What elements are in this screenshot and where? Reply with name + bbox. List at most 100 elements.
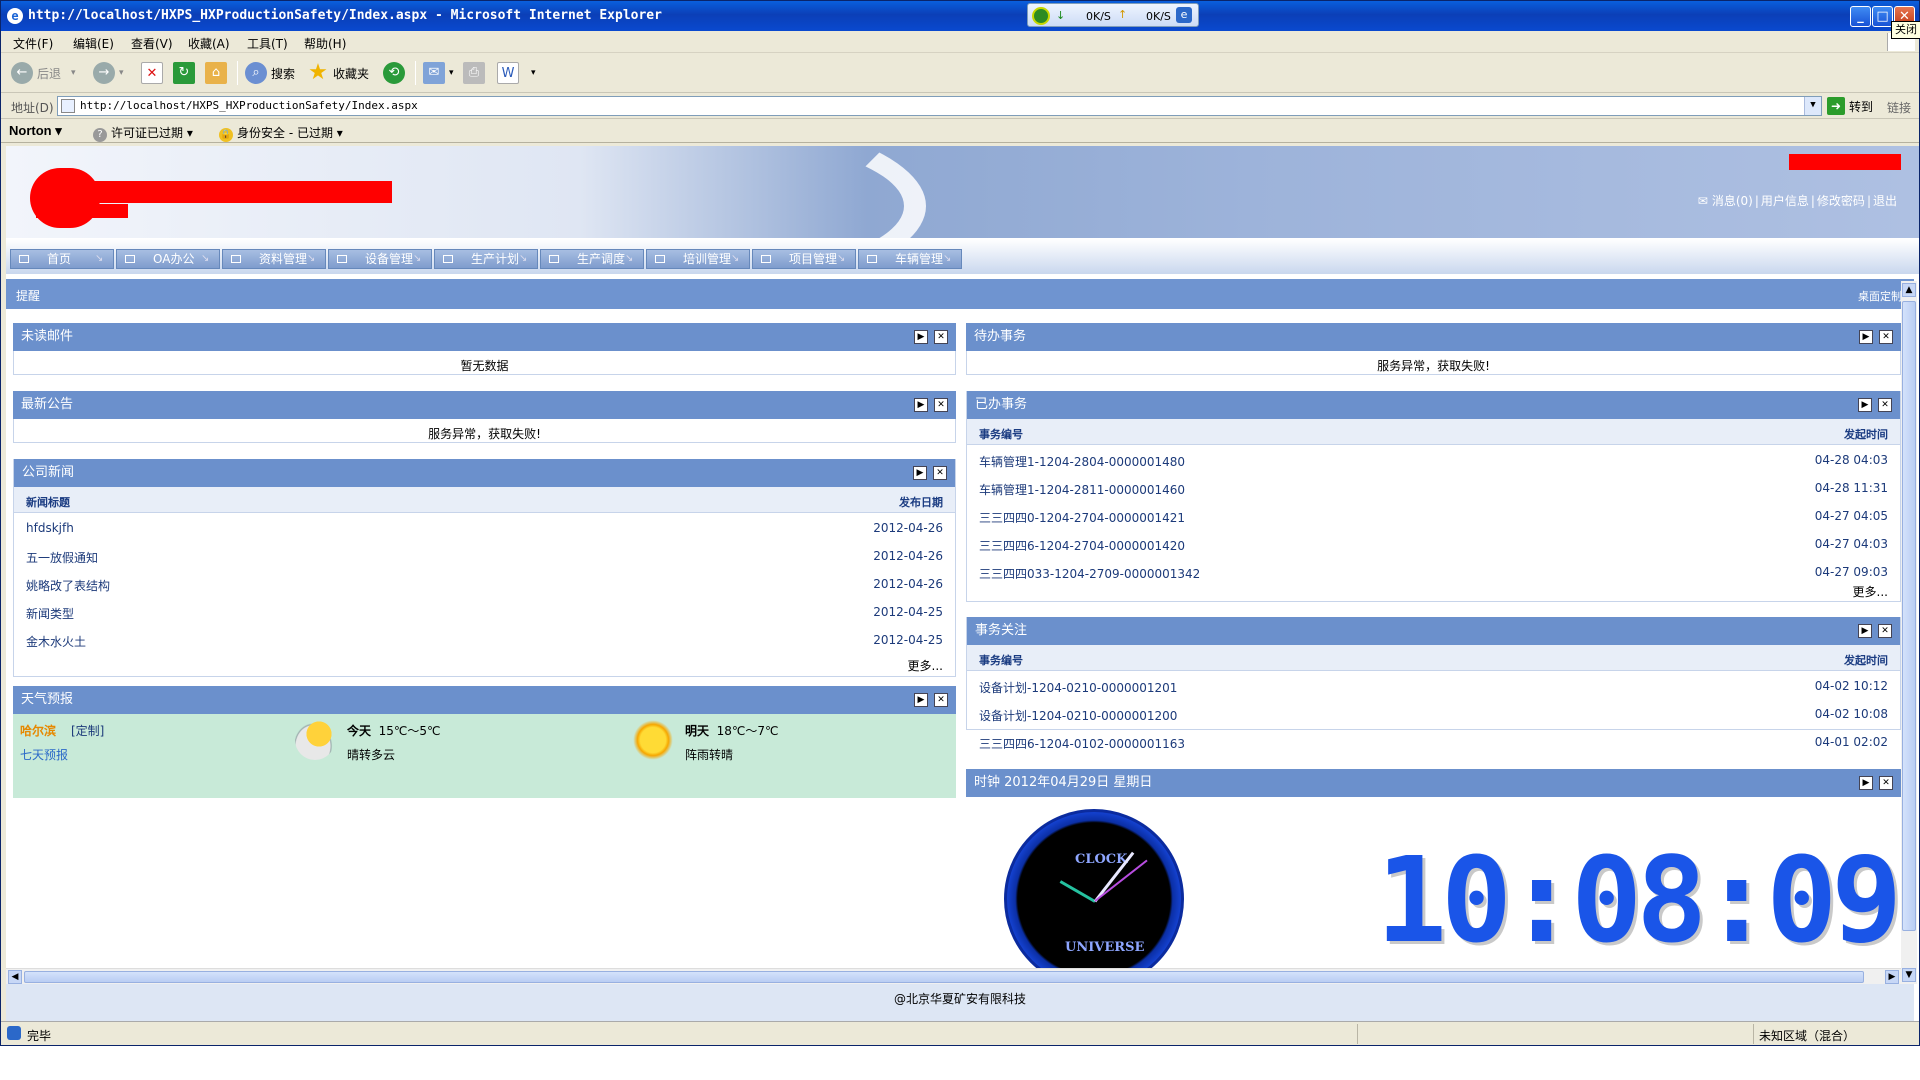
edit-button[interactable]: W ▾ — [497, 59, 536, 87]
news-title[interactable]: 新闻类型 — [26, 605, 74, 622]
news-title[interactable]: 姚略改了表结构 — [26, 577, 110, 594]
menu-tools[interactable]: 工具(T) — [247, 35, 288, 52]
address-url: http://localhost/HXPS_HXProductionSafety… — [80, 99, 418, 112]
expand-icon[interactable]: ▶ — [914, 693, 928, 707]
scroll-left-icon[interactable]: ◀ — [8, 970, 22, 984]
go-button[interactable]: ➜ 转到 — [1827, 97, 1873, 115]
mail-button[interactable]: ✉ ▾ — [423, 59, 454, 87]
nav-icon — [655, 255, 665, 263]
close-icon[interactable]: ✕ — [1879, 330, 1893, 344]
news-title[interactable]: 金木水火土 — [26, 633, 86, 650]
nav-tab-projects[interactable]: 项目管理 ↘ — [752, 249, 856, 269]
norton-menu[interactable]: Norton ▾ — [9, 123, 62, 139]
address-input[interactable]: http://localhost/HXPS_HXProductionSafety… — [57, 96, 1822, 116]
expand-icon[interactable]: ▶ — [914, 330, 928, 344]
table-row[interactable]: 三三四四6-1204-0102-0000001163 04-01 02:02 — [967, 727, 1900, 755]
expand-icon[interactable]: ▶ — [1859, 776, 1873, 790]
expand-icon[interactable]: ▶ — [1859, 330, 1873, 344]
table-row[interactable]: 设备计划-1204-0210-0000001200 04-02 10:08 — [967, 699, 1900, 727]
user-info-link[interactable]: 用户信息 — [1761, 194, 1809, 208]
table-row[interactable]: 姚略改了表结构 2012-04-26 — [14, 569, 955, 597]
task-id[interactable]: 三三四四0-1204-2704-0000001421 — [979, 509, 1185, 526]
menu-edit[interactable]: 编辑(E) — [73, 35, 114, 52]
table-row[interactable]: 金木水火土 2012-04-25 — [14, 625, 955, 653]
expand-icon[interactable]: ▶ — [1858, 398, 1872, 412]
table-row[interactable]: 设备计划-1204-0210-0000001201 04-02 10:12 — [967, 671, 1900, 699]
stop-button[interactable]: ✕ — [141, 59, 167, 87]
history-button[interactable]: ⟲ — [383, 59, 409, 87]
menu-view[interactable]: 查看(V) — [131, 35, 173, 52]
back-button[interactable]: ← 后退 ▾ — [11, 59, 76, 87]
vertical-scroll-thumb[interactable] — [1902, 301, 1916, 931]
vertical-scrollbar[interactable]: ▲ ▼ — [1901, 281, 1917, 984]
close-icon[interactable]: ✕ — [933, 466, 947, 480]
table-row[interactable]: 三三四四6-1204-2704-0000001420 04-27 04:03 — [967, 529, 1900, 557]
home-button[interactable]: ⌂ — [205, 59, 231, 87]
expand-icon[interactable]: ▶ — [1858, 624, 1872, 638]
close-icon[interactable]: ✕ — [1878, 398, 1892, 412]
network-speed-widget[interactable]: ↓ 0K/S ↑ 0K/S e — [1027, 3, 1199, 27]
search-button[interactable]: ⌕ 搜索 — [245, 59, 295, 87]
weather-customize-link[interactable]: [定制] — [71, 722, 104, 739]
task-id[interactable]: 三三四四6-1204-2704-0000001420 — [979, 537, 1185, 554]
news-title[interactable]: 五一放假通知 — [26, 549, 98, 566]
minimize-button[interactable]: _ — [1850, 6, 1871, 27]
scroll-right-icon[interactable]: ▶ — [1885, 970, 1899, 984]
expand-icon[interactable]: ▶ — [913, 466, 927, 480]
favorites-button[interactable]: ★ 收藏夹 — [307, 59, 369, 87]
task-id[interactable]: 车辆管理1-1204-2804-0000001480 — [979, 453, 1185, 470]
table-row[interactable]: 三三四四0-1204-2704-0000001421 04-27 04:05 — [967, 501, 1900, 529]
table-row[interactable]: 车辆管理1-1204-2804-0000001480 04-28 04:03 — [967, 445, 1900, 473]
horizontal-scrollbar[interactable]: ◀ ▶ — [6, 968, 1901, 984]
close-icon[interactable]: ✕ — [934, 398, 948, 412]
nav-tab-dispatch[interactable]: 生产调度 ↘ — [540, 249, 644, 269]
expand-icon[interactable]: ▶ — [914, 398, 928, 412]
links-button[interactable]: 链接 — [1887, 99, 1911, 116]
change-password-link[interactable]: 修改密码 — [1817, 194, 1865, 208]
panel-header: 已办事务 ▶ ✕ — [967, 391, 1900, 419]
nav-tab-vehicles[interactable]: 车辆管理 ↘ — [858, 249, 962, 269]
seven-day-forecast-link[interactable]: 七天预报 — [20, 746, 68, 763]
nav-tab-oa[interactable]: OA办公 ↘ — [116, 249, 220, 269]
close-icon[interactable]: ✕ — [934, 693, 948, 707]
scroll-down-icon[interactable]: ▼ — [1902, 968, 1916, 982]
task-id[interactable]: 车辆管理1-1204-2811-0000001460 — [979, 481, 1185, 498]
desktop-customize-link[interactable]: 桌面定制 — [1858, 288, 1902, 304]
close-icon[interactable]: ✕ — [934, 330, 948, 344]
messages-link[interactable]: 消息(0) — [1712, 194, 1753, 208]
print-button[interactable]: ⎙ — [463, 59, 489, 87]
menu-favorites[interactable]: 收藏(A) — [188, 35, 230, 52]
menu-file[interactable]: 文件(F) — [13, 35, 53, 52]
refresh-button[interactable]: ↻ — [173, 59, 199, 87]
table-row[interactable]: 五一放假通知 2012-04-26 — [14, 541, 955, 569]
page-status-icon — [7, 1026, 21, 1040]
scroll-up-icon[interactable]: ▲ — [1902, 283, 1916, 297]
maximize-button[interactable]: □ — [1872, 6, 1893, 27]
logout-link[interactable]: 退出 — [1873, 194, 1897, 208]
nav-tab-home[interactable]: 首页 ↘ — [10, 249, 114, 269]
identity-safe-button[interactable]: 🔒 身份安全 - 已过期 ▾ — [219, 124, 343, 142]
table-row[interactable]: 车辆管理1-1204-2811-0000001460 04-28 11:31 — [967, 473, 1900, 501]
nav-tab-training[interactable]: 培训管理 ↘ — [646, 249, 750, 269]
close-icon[interactable]: ✕ — [1878, 624, 1892, 638]
partly-cloudy-icon — [295, 720, 335, 760]
close-icon[interactable]: ✕ — [1879, 776, 1893, 790]
table-row[interactable]: hfdskjfh 2012-04-26 — [14, 513, 955, 541]
more-link[interactable]: 更多... — [1853, 583, 1888, 600]
more-link[interactable]: 更多... — [908, 657, 943, 674]
nav-tab-production-plan[interactable]: 生产计划 ↘ — [434, 249, 538, 269]
license-expired-button[interactable]: ? 许可证已过期 ▾ — [93, 124, 193, 142]
table-row[interactable]: 新闻类型 2012-04-25 — [14, 597, 955, 625]
task-id[interactable]: 三三四四033-1204-2709-0000001342 — [979, 565, 1200, 582]
table-row[interactable]: 三三四四033-1204-2709-0000001342 04-27 09:03 — [967, 557, 1900, 585]
nav-tab-documents[interactable]: 资料管理 ↘ — [222, 249, 326, 269]
task-id[interactable]: 三三四四6-1204-0102-0000001163 — [979, 735, 1185, 752]
horizontal-scroll-thumb[interactable] — [24, 971, 1864, 983]
address-dropdown-button[interactable]: ▼ — [1804, 97, 1821, 115]
news-title[interactable]: hfdskjfh — [26, 521, 74, 535]
task-id[interactable]: 设备计划-1204-0210-0000001201 — [979, 679, 1177, 696]
task-id[interactable]: 设备计划-1204-0210-0000001200 — [979, 707, 1177, 724]
menu-help[interactable]: 帮助(H) — [304, 35, 346, 52]
forward-button[interactable]: → ▾ — [93, 59, 124, 87]
nav-tab-equipment[interactable]: 设备管理 ↘ — [328, 249, 432, 269]
